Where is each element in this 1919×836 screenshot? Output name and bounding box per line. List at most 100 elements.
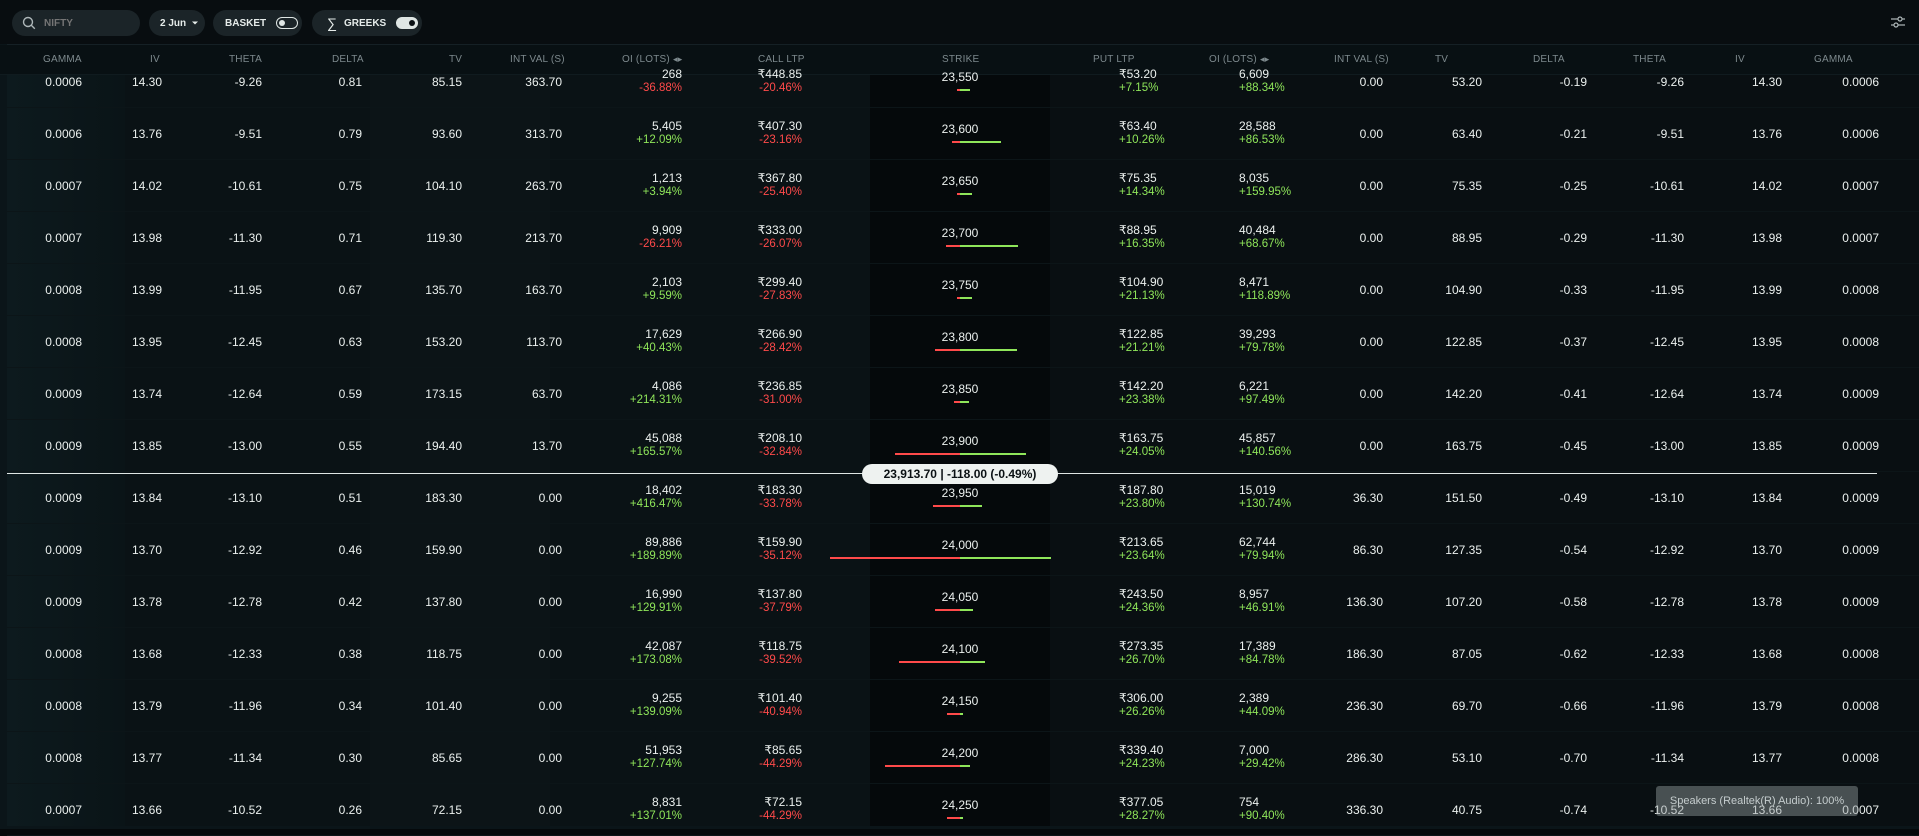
p-int-cell: 0.00	[1359, 231, 1383, 245]
strike-price-cell[interactable]: 24,250	[900, 798, 1020, 812]
c-tv-cell: 118.75	[426, 647, 462, 661]
p-delta-cell: -0.74	[1559, 803, 1587, 817]
table-row[interactable]: 0.0009 13.74 -12.64 0.59 173.15 63.70 0.00 142.…	[7, 367, 1919, 420]
c-ltp-chg-cell: -37.79%	[759, 602, 802, 614]
c-oi-chg-cell: +127.74%	[629, 758, 682, 770]
p-oi-chg-cell: +79.94%	[1239, 550, 1285, 562]
strike-price-cell[interactable]: 23,950	[900, 486, 1020, 500]
p-ltp-chg-cell: +10.26%	[1119, 134, 1165, 146]
strike-price-cell[interactable]: 24,200	[900, 746, 1020, 760]
p-ltp-chg-cell: +23.64%	[1119, 550, 1165, 562]
p-oi-cell: 8,035	[1239, 171, 1270, 185]
put-oi-bar	[960, 141, 1002, 143]
strike-price-cell[interactable]: 23,850	[900, 382, 1020, 396]
p-tv-cell: 127.35	[1445, 543, 1482, 557]
strike-price-cell[interactable]: 23,650	[900, 174, 1020, 188]
table-row[interactable]: 0.0008 13.68 -12.33 0.38 118.75 0.00 186.30 87.…	[7, 627, 1919, 680]
strike-price-cell[interactable]: 24,100	[900, 642, 1020, 656]
table-row[interactable]: 0.0009 13.70 -12.92 0.46 159.90 0.00 86.30 127.…	[7, 523, 1919, 576]
c-oi-cell: 4,086	[651, 379, 682, 393]
put-oi-bar	[960, 245, 1019, 247]
c-oi-cell: 2,103	[651, 275, 682, 289]
spot-price-badge[interactable]: 23,913.70 | -118.00 (-0.49%)	[862, 464, 1058, 484]
c-iv-cell: 14.30	[131, 75, 162, 89]
expiry-dropdown[interactable]: 2 Jun	[149, 10, 205, 36]
p-oi-chg-cell: +44.09%	[1239, 706, 1285, 718]
strike-price-cell[interactable]: 24,050	[900, 590, 1020, 604]
c-ltp-chg-cell: -39.52%	[759, 654, 802, 666]
table-row[interactable]: 0.0009 13.78 -12.78 0.42 137.80 0.00 136.30 107…	[7, 575, 1919, 628]
strike-price-cell[interactable]: 23,700	[900, 226, 1020, 240]
strike-price-cell[interactable]: 24,150	[900, 694, 1020, 708]
basket-toggle[interactable]	[276, 17, 299, 29]
p-oi-cell: 8,471	[1239, 275, 1270, 289]
p-delta-cell: -0.66	[1559, 699, 1587, 713]
search-input[interactable]	[42, 16, 136, 30]
p-oi-cell: 39,293	[1239, 327, 1276, 341]
c-oi-cell: 45,088	[645, 431, 682, 445]
c-gamma-cell: 0.0008	[45, 751, 82, 765]
basket-toggle-pill[interactable]: BASKET	[213, 10, 302, 36]
c-delta-cell: 0.81	[338, 75, 362, 89]
c-oi-chg-cell: +40.43%	[636, 342, 682, 354]
p-ltp-chg-cell: +26.26%	[1119, 706, 1165, 718]
c-int-cell: 0.00	[538, 543, 562, 557]
put-oi-bar	[960, 817, 963, 819]
strike-price-cell[interactable]: 24,000	[900, 538, 1020, 552]
p-theta-cell: -11.34	[1650, 751, 1684, 765]
call-oi-bar	[952, 141, 960, 143]
c-int-cell: 0.00	[538, 491, 562, 505]
p-iv-cell: 13.98	[1751, 231, 1782, 245]
put-oi-bar	[960, 505, 982, 507]
c-tv-cell: 119.30	[426, 231, 462, 245]
symbol-search[interactable]	[12, 10, 140, 36]
p-iv-cell: 14.02	[1751, 179, 1782, 193]
strike-price-cell[interactable]: 23,550	[900, 70, 1020, 84]
p-iv-cell: 13.68	[1751, 647, 1782, 661]
p-ltp-chg-cell: +23.80%	[1119, 498, 1165, 510]
p-oi-chg-cell: +90.40%	[1239, 810, 1285, 822]
table-row[interactable]: 0.0006 13.76 -9.51 0.79 93.60 313.70 0.00 63.40…	[7, 107, 1919, 160]
p-tv-cell: 40.75	[1451, 803, 1482, 817]
c-delta-cell: 0.63	[338, 335, 362, 349]
p-oi-chg-cell: +118.89%	[1239, 290, 1291, 302]
c-ltp-cell: ₹159.90	[757, 535, 802, 549]
greeks-toggle[interactable]	[396, 17, 419, 29]
c-iv-cell: 13.98	[131, 231, 162, 245]
strike-price-cell[interactable]: 23,800	[900, 330, 1020, 344]
c-ltp-chg-cell: -32.84%	[759, 446, 802, 458]
p-gamma-cell: 0.0008	[1842, 283, 1879, 297]
c-tv-cell: 137.80	[425, 595, 462, 609]
c-ltp-chg-cell: -31.00%	[759, 394, 802, 406]
c-iv-cell: 14.02	[131, 179, 162, 193]
greeks-toggle-pill[interactable]: ∑ GREEKS	[312, 10, 422, 36]
c-gamma-cell: 0.0006	[45, 75, 82, 89]
c-oi-chg-cell: -36.88%	[639, 82, 682, 94]
strike-price-cell[interactable]: 23,900	[900, 434, 1020, 448]
p-iv-cell: 13.70	[1751, 543, 1782, 557]
c-iv-cell: 13.79	[131, 699, 162, 713]
p-tv-cell: 69.70	[1451, 699, 1482, 713]
c-oi-cell: 51,953	[645, 743, 682, 757]
p-tv-cell: 87.05	[1451, 647, 1482, 661]
sigma-icon: ∑	[327, 15, 337, 31]
table-row[interactable]: 0.0006 14.30 -9.26 0.81 85.15 363.70 0.00 53.20…	[7, 55, 1919, 108]
p-tv-cell: 63.40	[1451, 127, 1482, 141]
p-ltp-chg-cell: +14.34%	[1119, 186, 1165, 198]
strike-price-cell[interactable]: 23,750	[900, 278, 1020, 292]
c-iv-cell: 13.68	[131, 647, 162, 661]
p-delta-cell: -0.25	[1559, 179, 1587, 193]
table-row[interactable]: 0.0008 13.77 -11.34 0.30 85.65 0.00 286.30 53.1…	[7, 731, 1919, 784]
table-row[interactable]: 0.0007 14.02 -10.61 0.75 104.10 263.70 0.00 75.…	[7, 159, 1919, 212]
p-tv-cell: 163.75	[1445, 439, 1482, 453]
put-oi-bar	[960, 193, 972, 195]
p-iv-cell: 13.85	[1751, 439, 1782, 453]
table-row[interactable]: 0.0008 13.79 -11.96 0.34 101.40 0.00 236.30 69.…	[7, 679, 1919, 732]
c-theta-cell: -12.64	[227, 387, 262, 401]
table-row[interactable]: 0.0008 13.95 -12.45 0.63 153.20 113.70 0.00 122…	[7, 315, 1919, 368]
table-row[interactable]: 0.0008 13.99 -11.95 0.67 135.70 163.70 0.00 104…	[7, 263, 1919, 316]
settings-sliders-icon[interactable]	[1891, 16, 1905, 28]
table-row[interactable]: 0.0007 13.98 -11.30 0.71 119.30 213.70 0.00 88.…	[7, 211, 1919, 264]
p-delta-cell: -0.21	[1559, 127, 1587, 141]
strike-price-cell[interactable]: 23,600	[900, 122, 1020, 136]
